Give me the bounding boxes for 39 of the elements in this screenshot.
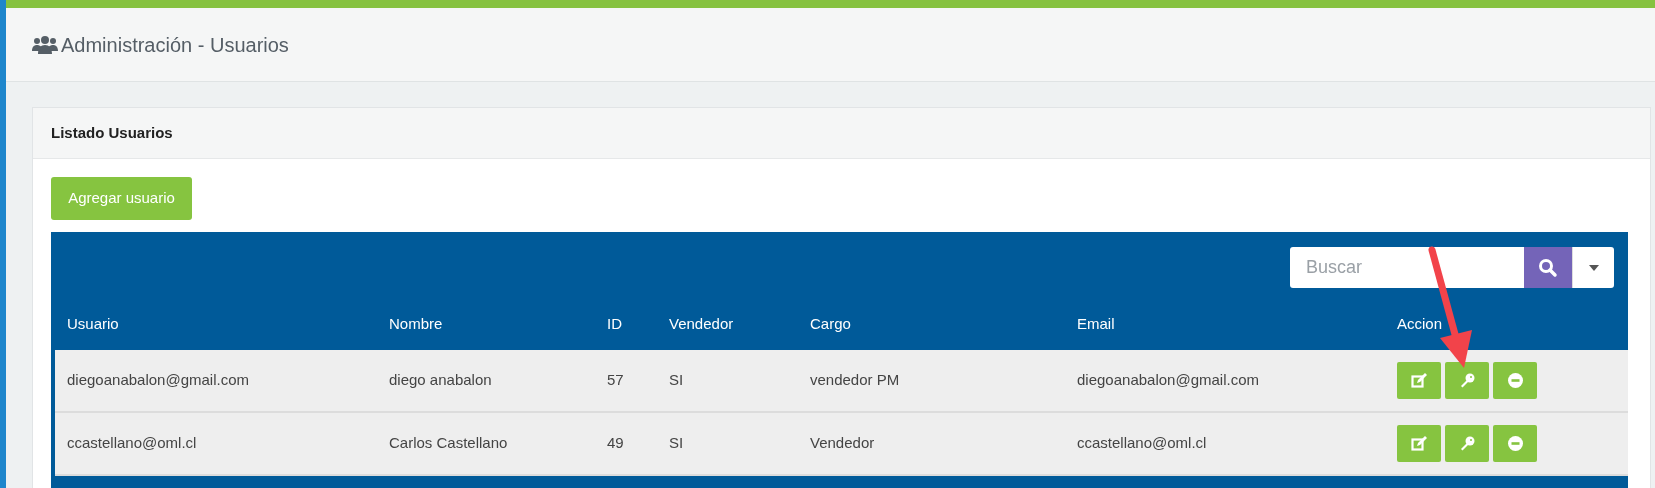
- column-header: Usuario: [67, 314, 119, 332]
- minus-circle-icon: [1507, 373, 1523, 388]
- table-cell: 49: [607, 434, 624, 452]
- table-cell: SI: [669, 371, 684, 389]
- column-header: ID: [607, 314, 622, 332]
- password-button[interactable]: [1445, 362, 1489, 399]
- column-header: Nombre: [389, 314, 443, 332]
- table-cell: SI: [669, 434, 684, 452]
- search-field[interactable]: Buscar: [1290, 247, 1524, 288]
- column-header: Cargo: [810, 314, 851, 332]
- table-cell: ccastellano@oml.cl: [1077, 434, 1207, 452]
- table-cell: 57: [607, 371, 624, 389]
- column-header: Vendedor: [669, 314, 734, 332]
- key-icon: [1459, 373, 1475, 388]
- add-user-button[interactable]: Agregar usuario: [51, 177, 192, 220]
- search-button[interactable]: [1524, 247, 1572, 288]
- page-title: Administración - Usuarios: [61, 32, 289, 58]
- column-header: Email: [1077, 314, 1115, 332]
- table-cell: vendedor PM: [810, 371, 900, 389]
- column-header: Accion: [1397, 314, 1443, 332]
- table-cell: diegoanabalon@gmail.com: [67, 371, 249, 389]
- edit-icon: [1411, 436, 1427, 451]
- delete-button[interactable]: [1493, 362, 1537, 399]
- card-title: Listado Usuarios: [51, 122, 173, 143]
- table-cell: Carlos Castellano: [389, 434, 508, 452]
- table-cell: ccastellano@oml.cl: [67, 434, 197, 452]
- table-cell: diego anabalon: [389, 371, 492, 389]
- password-button[interactable]: [1445, 425, 1489, 462]
- delete-button[interactable]: [1493, 425, 1537, 462]
- caret-icon: [1588, 264, 1599, 271]
- search-icon: [1538, 257, 1558, 278]
- users-icon: [32, 34, 58, 55]
- edit-button[interactable]: [1397, 425, 1441, 462]
- edit-button[interactable]: [1397, 362, 1441, 399]
- edit-icon: [1411, 373, 1427, 388]
- table-cell: Vendedor: [810, 434, 875, 452]
- minus-circle-icon: [1507, 436, 1523, 451]
- table-cell: diegoanabalon@gmail.com: [1077, 371, 1259, 389]
- key-icon: [1459, 436, 1475, 451]
